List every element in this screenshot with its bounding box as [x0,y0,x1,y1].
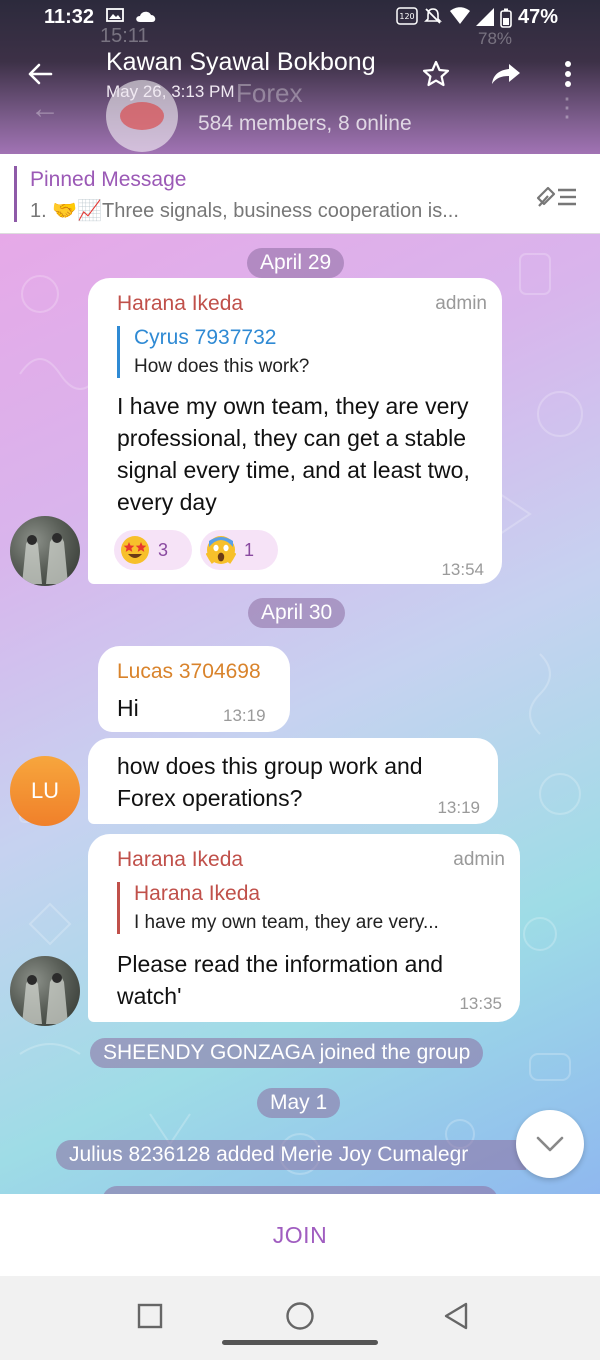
date-separator: April 29 [247,248,345,278]
app-header: 15:11 78% Forex 584 members, 8 online ← … [0,0,600,154]
more-vertical-icon [565,61,571,87]
more-options-button[interactable] [544,50,592,98]
favorite-button[interactable] [412,50,460,98]
message-bubble[interactable]: Harana Ikeda admin Harana Ikeda I have m… [88,834,520,1022]
reply-author: Harana Ikeda [134,882,261,905]
hd-icon: 120 [396,7,418,25]
avatar-photo [22,533,68,584]
pinned-indicator [14,166,17,222]
home-button[interactable] [280,1296,320,1336]
admin-badge: admin [453,849,505,870]
chat-history[interactable]: April 29 Harana Ikeda admin Cyrus 793773… [0,234,600,1194]
home-circle-icon [286,1302,314,1330]
service-message-partial [102,1186,498,1194]
date-separator: May 1 [257,1088,341,1118]
reply-author: Cyrus 7937732 [134,326,277,349]
back-nav-button[interactable] [436,1296,476,1336]
ghost-title-fragment: Forex [236,78,303,108]
message-time: 13:19 [223,706,266,725]
cloud-icon [136,11,156,22]
reaction-star-struck[interactable]: 3 [114,530,192,570]
pinned-title: Pinned Message [30,168,187,191]
star-struck-emoji-icon [121,536,149,564]
message-bubble[interactable]: Lucas 3704698 Hi 13:19 [98,646,290,732]
service-message-added: Julius 8236128 added Merie Joy Cumalegr [56,1140,526,1170]
recents-square-icon [137,1303,163,1329]
chevron-down-icon [536,1136,564,1152]
reply-text: I have my own team, they are very... [134,912,439,933]
screaming-face-emoji-icon [206,536,236,564]
wifi-icon [450,7,470,24]
message-time: 13:19 [437,798,480,817]
share-button[interactable] [482,50,530,98]
pinned-list-icon[interactable] [534,176,578,216]
reply-quote[interactable]: Cyrus 7937732 How does this work? [117,326,487,378]
share-forward-icon [492,64,520,84]
reaction-count: 3 [158,539,169,560]
message-text: how does this group work and Forex opera… [117,753,423,811]
chat-subtitle: May 26, 3:13 PM [106,82,235,101]
message-text: Hi [117,695,139,721]
message-text: Please read the information and watch' [117,951,444,1009]
battery-level: 47% [517,6,558,28]
gesture-handle [222,1340,378,1345]
reaction-count: 1 [244,539,255,560]
avatar[interactable] [10,956,80,1026]
status-time: 11:32 [44,6,95,28]
pinned-text: 1. 🤝📈Three signals, business cooperation… [30,200,459,222]
avatar[interactable]: LU [10,756,80,826]
back-button[interactable] [16,50,64,98]
battery-icon [500,8,512,28]
members-count: 584 members, 8 online [198,112,412,135]
message-bubble[interactable]: Harana Ikeda admin Cyrus 7937732 How doe… [88,278,502,584]
join-label: JOIN [272,1221,328,1248]
notifications-off-icon [424,8,442,24]
message-time: 13:35 [459,994,502,1013]
reply-text: How does this work? [134,356,310,377]
message-sender[interactable]: Harana Ikeda [117,292,243,316]
chat-title[interactable]: Kawan Syawal Bokbong [106,48,376,77]
status-bar: 11:32 120 47% [0,0,600,36]
admin-badge: admin [435,293,487,314]
back-triangle-icon [444,1302,468,1330]
scroll-to-bottom-button[interactable] [516,1110,584,1178]
date-separator: April 30 [248,598,346,628]
back-arrow-icon [28,63,53,85]
recents-button[interactable] [130,1296,170,1336]
message-text: I have my own team, they are very profes… [117,393,470,515]
service-message-joined: SHEENDY GONZAGA joined the group [90,1038,484,1068]
reaction-screaming-face[interactable]: 1 [200,530,278,570]
gallery-icon [106,8,124,22]
pinned-message-bar[interactable]: Pinned Message 1. 🤝📈Three signals, busin… [0,154,600,234]
message-time: 13:54 [441,560,484,579]
system-navigation-bar [0,1276,600,1360]
avatar-photo [22,973,68,1024]
message-bubble[interactable]: how does this group work and Forex opera… [88,738,498,824]
star-outline-icon [422,60,450,87]
message-sender[interactable]: Lucas 3704698 [117,660,261,684]
join-button[interactable]: JOIN [0,1194,600,1276]
signal-icon [476,8,494,26]
svg-text:120: 120 [399,12,414,21]
reply-quote[interactable]: Harana Ikeda I have my own team, they ar… [117,882,505,934]
message-sender[interactable]: Harana Ikeda [117,848,243,872]
avatar[interactable] [10,516,80,586]
